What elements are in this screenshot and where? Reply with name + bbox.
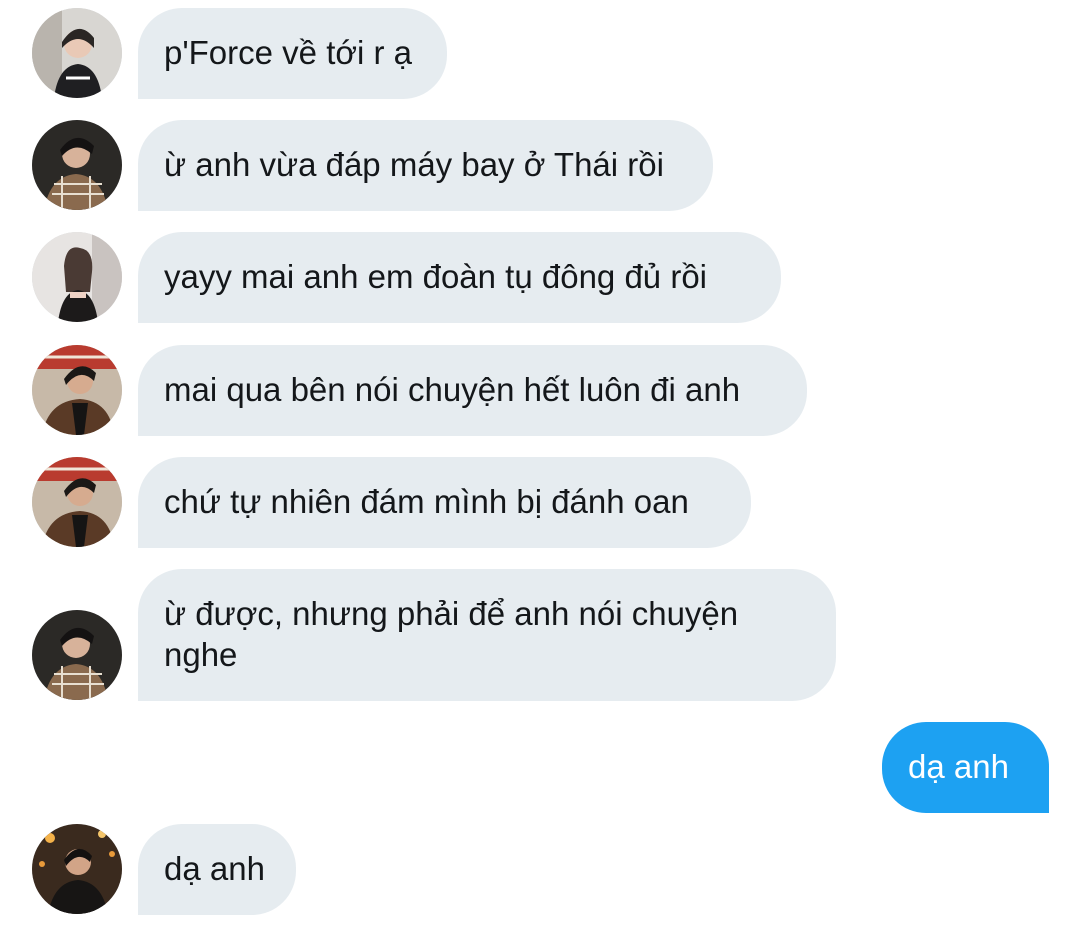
avatar[interactable] xyxy=(32,8,122,98)
message-bubble-outgoing: dạ anh xyxy=(882,722,1049,813)
avatar[interactable] xyxy=(32,824,122,914)
user-photo-icon xyxy=(32,457,122,547)
user-photo-icon xyxy=(32,232,122,322)
user-photo-icon xyxy=(32,8,122,98)
message-bubble: chứ tự nhiên đám mình bị đánh oan xyxy=(138,457,751,548)
avatar[interactable] xyxy=(32,120,122,210)
message-bubble: ừ anh vừa đáp máy bay ở Thái rồi xyxy=(138,120,713,211)
message-bubble: ừ được, nhưng phải để anh nói chuyện ngh… xyxy=(138,569,836,701)
chat-thread: p'Force về tới r ạ ừ anh vừa đáp máy bay… xyxy=(0,0,1080,932)
avatar[interactable] xyxy=(32,457,122,547)
message-bubble: mai qua bên nói chuyện hết luôn đi anh xyxy=(138,345,807,436)
message-bubble: dạ anh xyxy=(138,824,296,915)
user-photo-icon xyxy=(32,120,122,210)
message-bubble: p'Force về tới r ạ xyxy=(138,8,447,99)
avatar[interactable] xyxy=(32,345,122,435)
user-photo-icon xyxy=(32,610,122,700)
avatar[interactable] xyxy=(32,610,122,700)
user-photo-icon xyxy=(32,345,122,435)
avatar[interactable] xyxy=(32,232,122,322)
user-photo-icon xyxy=(32,824,122,914)
message-bubble: yayy mai anh em đoàn tụ đông đủ rồi xyxy=(138,232,781,323)
